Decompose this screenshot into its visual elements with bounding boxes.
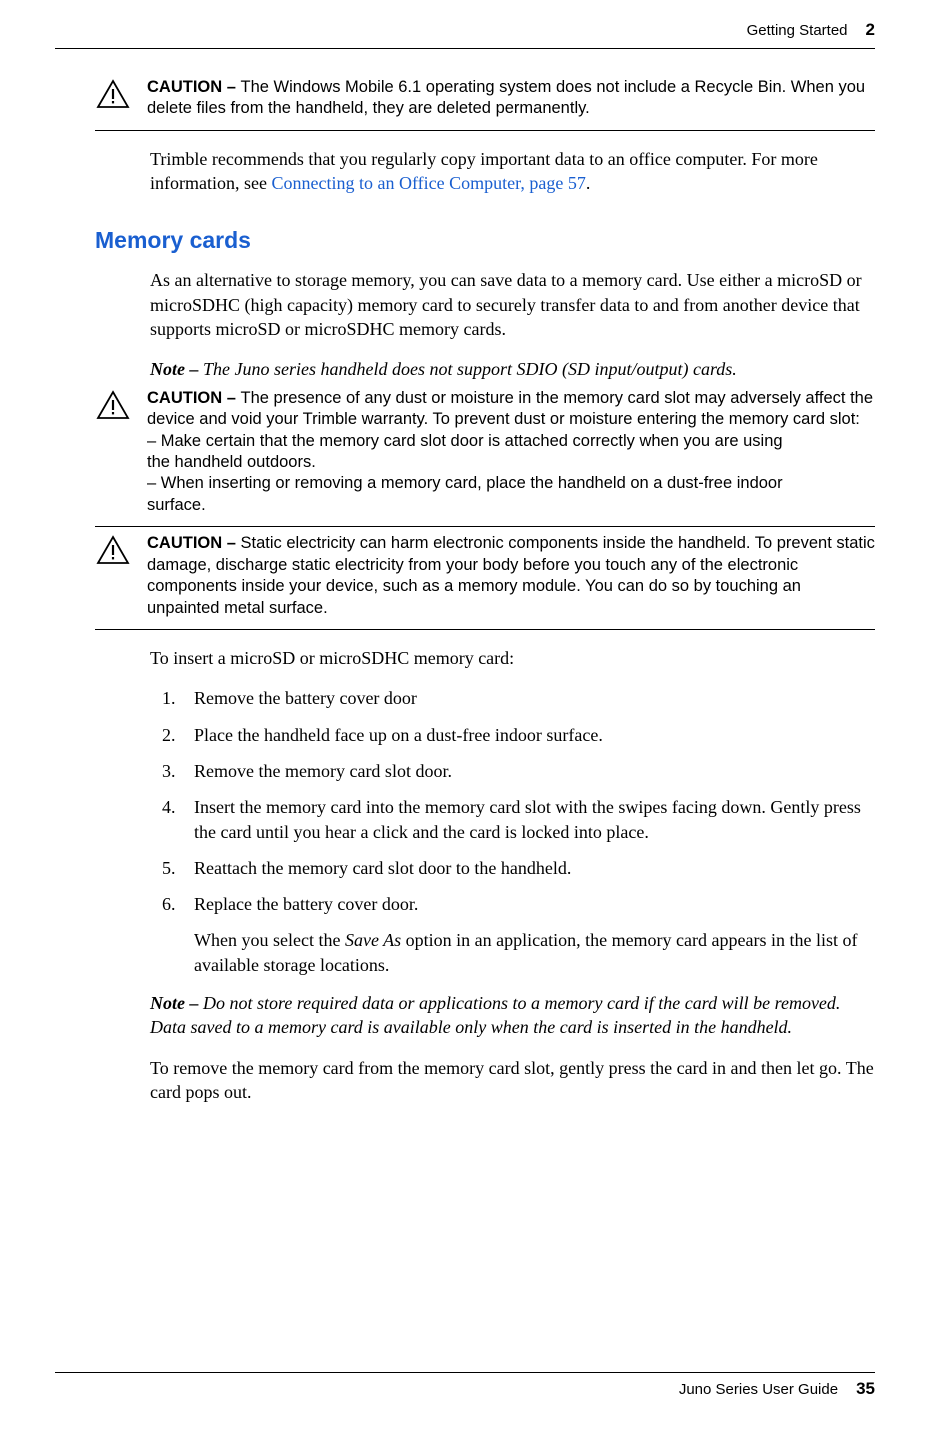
step-2: Place the handheld face up on a dust-fre… <box>180 723 875 747</box>
step-4: Insert the memory card into the memory c… <box>180 795 875 844</box>
step-3: Remove the memory card slot door. <box>180 759 875 783</box>
caution-body: The presence of any dust or moisture in … <box>147 389 873 428</box>
paragraph-memory-intro: As an alternative to storage memory, you… <box>150 268 875 341</box>
caution-label: CAUTION – <box>147 78 241 96</box>
caution-text-3: CAUTION – Static electricity can harm el… <box>147 533 875 619</box>
caution-label: CAUTION – <box>147 389 241 407</box>
caution-label: CAUTION – <box>147 534 241 552</box>
step-1: Remove the battery cover door <box>180 686 875 710</box>
paragraph-insert-intro: To insert a microSD or microSDHC memory … <box>150 646 875 670</box>
link-connecting-office[interactable]: Connecting to an Office Computer, page 5… <box>271 173 585 193</box>
note-label: Note – <box>150 993 203 1013</box>
caution-block-2: CAUTION – The presence of any dust or mo… <box>95 388 875 528</box>
note-body: Do not store required data or applicatio… <box>150 993 840 1037</box>
page-header: Getting Started 2 <box>55 20 875 49</box>
warning-icon <box>95 533 131 619</box>
note-label: Note – <box>150 359 203 379</box>
page-footer: Juno Series User Guide 35 <box>55 1372 875 1399</box>
warning-icon <box>95 388 131 517</box>
caution-text-1: CAUTION – The Windows Mobile 6.1 operati… <box>147 77 875 120</box>
note-storage: Note – Do not store required data or app… <box>150 991 875 1040</box>
caution-body: The Windows Mobile 6.1 operating system … <box>147 78 865 117</box>
page-number: 35 <box>856 1379 875 1399</box>
caution-body: Static electricity can harm electronic c… <box>147 534 875 616</box>
heading-memory-cards: Memory cards <box>95 227 875 254</box>
insert-steps: Remove the battery cover door Place the … <box>150 686 875 977</box>
paragraph-recommend: Trimble recommends that you regularly co… <box>150 147 875 196</box>
caution-block-1: CAUTION – The Windows Mobile 6.1 operati… <box>95 77 875 131</box>
paragraph-remove: To remove the memory card from the memor… <box>150 1056 875 1105</box>
step-6-sub: When you select the Save As option in an… <box>194 928 875 977</box>
warning-icon <box>95 77 131 120</box>
note-sdio: Note – The Juno series handheld does not… <box>150 357 875 381</box>
note-body: The Juno series handheld does not suppor… <box>203 359 737 379</box>
chapter-number: 2 <box>866 20 875 40</box>
step-6: Replace the battery cover door. When you… <box>180 892 875 977</box>
caution-block-3: CAUTION – Static electricity can harm el… <box>95 533 875 630</box>
footer-title: Juno Series User Guide <box>679 1381 838 1398</box>
header-section: Getting Started <box>747 22 848 39</box>
step-5: Reattach the memory card slot door to th… <box>180 856 875 880</box>
caution-text-2: CAUTION – The presence of any dust or mo… <box>147 388 875 517</box>
